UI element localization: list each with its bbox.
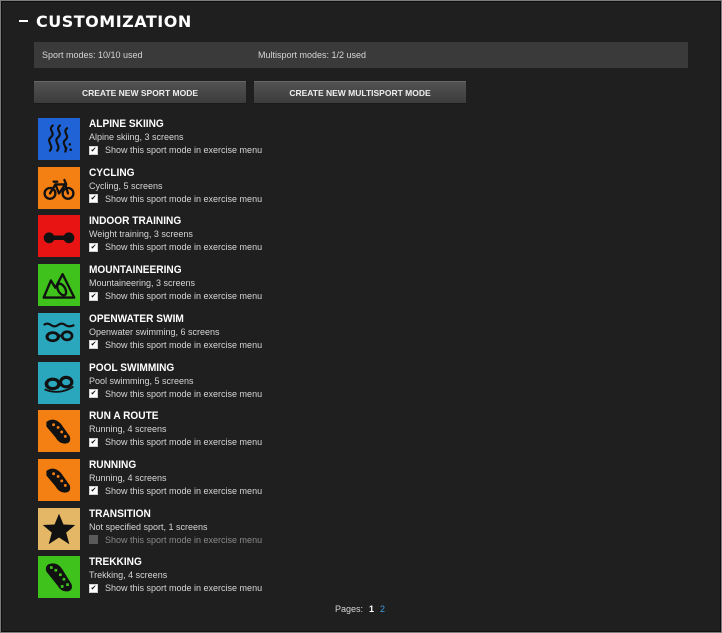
sport-mode-item[interactable]: POOL SWIMMING Pool swimming, 5 screens ✔ Sh… bbox=[38, 361, 478, 408]
show-in-menu-checkbox[interactable]: ✔ bbox=[89, 194, 98, 204]
show-in-menu-label: Show this sport mode in exercise menu bbox=[105, 339, 263, 350]
show-in-menu-row: ✔ Show this sport mode in exercise menu bbox=[89, 144, 262, 156]
collapse-icon[interactable] bbox=[19, 20, 28, 22]
sport-mode-item[interactable]: MOUNTAINEERING Mountaineering, 3 screens ✔… bbox=[38, 264, 478, 310]
sport-mode-name[interactable]: TRANSITION bbox=[89, 508, 151, 520]
usage-bar: Sport modes: 10/10 used Multisport modes… bbox=[34, 42, 688, 68]
sport-mode-name[interactable]: INDOOR TRAINING bbox=[89, 215, 181, 227]
openwater-swim-icon[interactable] bbox=[38, 312, 80, 355]
show-in-menu-checkbox[interactable]: ✔ bbox=[89, 145, 98, 155]
show-in-menu-checkbox[interactable]: ✔ bbox=[89, 389, 98, 398]
sport-mode-detail: Openwater swimming, 6 screens bbox=[89, 326, 220, 337]
section-header[interactable]: CUSTOMIZATION bbox=[19, 10, 192, 32]
show-in-menu-row: ✔ Show this sport mode in exercise menu bbox=[89, 388, 262, 400]
create-sport-mode-button[interactable]: CREATE NEW SPORT MODE bbox=[34, 81, 246, 104]
sport-mode-item[interactable]: OPENWATER SWIM Openwater swimming, 6 scre… bbox=[38, 312, 478, 359]
pagination: Pages: 1 2 bbox=[335, 604, 385, 614]
sport-mode-name[interactable]: RUNNING bbox=[89, 459, 136, 471]
sport-mode-detail: Not specified sport, 1 screens bbox=[89, 521, 208, 532]
mountaineering-icon[interactable] bbox=[38, 264, 80, 307]
sport-mode-item[interactable]: CYCLING Cycling, 5 screens ✔ Show this spor… bbox=[38, 166, 478, 213]
show-in-menu-row: ✔ Show this sport mode in exercise menu bbox=[89, 339, 262, 351]
show-in-menu-label: Show this sport mode in exercise menu bbox=[105, 534, 263, 545]
show-in-menu-label: Show this sport mode in exercise menu bbox=[105, 291, 263, 302]
cycling-icon[interactable] bbox=[38, 166, 80, 209]
sport-modes-usage: Sport modes: 10/10 used bbox=[42, 50, 143, 60]
sport-mode-detail: Trekking, 4 screens bbox=[89, 570, 168, 581]
swim-goggles-icon[interactable] bbox=[38, 361, 80, 404]
alpine-skiing-icon[interactable] bbox=[38, 118, 80, 160]
show-in-menu-label: Show this sport mode in exercise menu bbox=[105, 583, 263, 594]
customization-panel: CUSTOMIZATION Sport modes: 10/10 used Mu… bbox=[1, 1, 721, 632]
show-in-menu-row: ✔ Show this sport mode in exercise menu bbox=[89, 436, 262, 448]
running-shoe-icon[interactable] bbox=[38, 410, 80, 453]
pages-label: Pages: bbox=[335, 604, 364, 614]
page-current[interactable]: 1 bbox=[369, 604, 374, 614]
sport-mode-detail: Cycling, 5 screens bbox=[89, 180, 163, 191]
running-shoe-icon[interactable] bbox=[38, 458, 80, 501]
show-in-menu-checkbox[interactable]: ✔ bbox=[89, 437, 98, 447]
show-in-menu-checkbox[interactable]: ✔ bbox=[89, 242, 98, 252]
sport-mode-detail: Running, 4 screens bbox=[89, 424, 167, 435]
multisport-modes-usage: Multisport modes: 1/2 used bbox=[258, 50, 367, 60]
show-in-menu-row: ✔ Show this sport mode in exercise menu bbox=[89, 485, 262, 497]
sport-mode-detail: Mountaineering, 3 screens bbox=[89, 278, 196, 289]
show-in-menu-row: Show this sport mode in exercise menu bbox=[89, 534, 262, 546]
show-in-menu-checkbox[interactable] bbox=[89, 535, 98, 545]
sport-mode-name[interactable]: POOL SWIMMING bbox=[89, 362, 174, 374]
show-in-menu-label: Show this sport mode in exercise menu bbox=[105, 388, 263, 399]
sport-mode-name[interactable]: RUN A ROUTE bbox=[89, 410, 159, 422]
boot-sole-icon[interactable] bbox=[38, 556, 80, 599]
sport-mode-detail: Alpine skiing, 3 screens bbox=[89, 132, 184, 142]
dumbbell-icon[interactable] bbox=[38, 215, 80, 258]
sport-mode-name[interactable]: OPENWATER SWIM bbox=[89, 313, 184, 325]
sport-mode-item[interactable]: ALPINE SKIING Alpine skiing, 3 screens ✔ Sh… bbox=[38, 118, 478, 164]
sport-mode-name[interactable]: MOUNTAINEERING bbox=[89, 264, 182, 276]
show-in-menu-label: Show this sport mode in exercise menu bbox=[105, 145, 263, 155]
show-in-menu-row: ✔ Show this sport mode in exercise menu bbox=[89, 193, 262, 205]
show-in-menu-checkbox[interactable]: ✔ bbox=[89, 583, 98, 593]
sport-mode-item[interactable]: RUNNING Running, 4 screens ✔ Show this spor… bbox=[38, 458, 478, 505]
sport-mode-item[interactable]: INDOOR TRAINING Weight training, 3 screen… bbox=[38, 215, 478, 261]
star-icon[interactable] bbox=[38, 507, 80, 550]
show-in-menu-label: Show this sport mode in exercise menu bbox=[105, 242, 263, 253]
sport-mode-detail: Running, 4 screens bbox=[89, 472, 167, 483]
show-in-menu-row: ✔ Show this sport mode in exercise menu bbox=[89, 582, 262, 594]
section-title: CUSTOMIZATION bbox=[36, 11, 192, 31]
show-in-menu-checkbox[interactable]: ✔ bbox=[89, 291, 98, 301]
show-in-menu-row: ✔ Show this sport mode in exercise menu bbox=[89, 290, 262, 302]
sport-mode-item[interactable]: TREKKING Trekking, 4 screens ✔ Show this sp… bbox=[38, 556, 478, 602]
sport-mode-detail: Pool swimming, 5 screens bbox=[89, 375, 194, 386]
show-in-menu-label: Show this sport mode in exercise menu bbox=[105, 485, 263, 496]
show-in-menu-row: ✔ Show this sport mode in exercise menu bbox=[89, 241, 262, 253]
sport-mode-name[interactable]: CYCLING bbox=[89, 167, 135, 179]
sport-mode-item[interactable]: RUN A ROUTE Running, 4 screens ✔ Show this … bbox=[38, 410, 478, 456]
show-in-menu-label: Show this sport mode in exercise menu bbox=[105, 437, 263, 448]
sport-mode-item[interactable]: TRANSITION Not specified sport, 1 screens… bbox=[38, 507, 478, 554]
show-in-menu-label: Show this sport mode in exercise menu bbox=[105, 193, 263, 204]
create-multisport-mode-button[interactable]: CREATE NEW MULTISPORT MODE bbox=[254, 81, 466, 104]
sport-mode-detail: Weight training, 3 screens bbox=[89, 229, 193, 240]
page-link-2[interactable]: 2 bbox=[380, 604, 385, 614]
sport-mode-name[interactable]: TREKKING bbox=[89, 556, 142, 568]
sport-mode-name[interactable]: ALPINE SKIING bbox=[89, 118, 164, 130]
show-in-menu-checkbox[interactable]: ✔ bbox=[89, 340, 98, 350]
show-in-menu-checkbox[interactable]: ✔ bbox=[89, 486, 98, 496]
